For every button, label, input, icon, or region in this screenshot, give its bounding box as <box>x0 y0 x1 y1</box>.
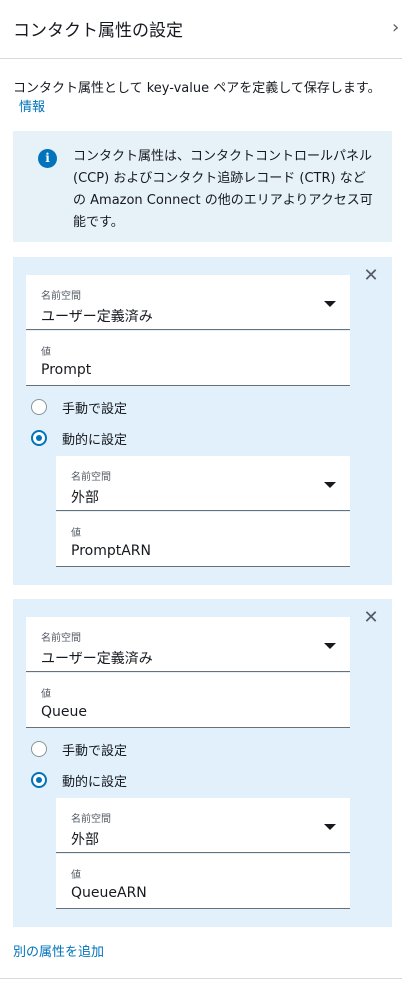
radio-manual-label: 手動で設定 <box>62 744 128 759</box>
dynamic-namespace-select[interactable]: 名前空間 外部 <box>56 798 350 853</box>
close-icon[interactable]: ✕ <box>362 267 380 285</box>
info-alert: i コンタクト属性は、コンタクトコントロールパネル (CCP) およびコンタクト… <box>13 131 392 242</box>
info-link[interactable]: 情報 <box>19 100 45 115</box>
value-label: 値 <box>41 347 51 358</box>
namespace-select[interactable]: 名前空間 ユーザー定義済み <box>26 275 350 330</box>
panel-title: コンタクト属性の設定 <box>13 21 183 41</box>
value-text: Prompt <box>41 362 92 378</box>
dynamic-value-text: PromptARN <box>71 543 152 559</box>
dynamic-value-input[interactable]: 値 PromptARN <box>56 512 350 567</box>
radio-dynamic-label: 動的に設定 <box>62 775 128 790</box>
description: コンタクト属性として key-value ペアを定義して保存します。情報 <box>13 79 393 117</box>
caret-down-icon <box>324 301 336 307</box>
panel-header: コンタクト属性の設定 › <box>0 0 402 59</box>
caret-down-icon <box>324 643 336 649</box>
radio-dynamic-label: 動的に設定 <box>62 433 128 448</box>
dynamic-namespace-select[interactable]: 名前空間 外部 <box>56 456 350 511</box>
value-text: Queue <box>41 704 87 720</box>
attribute-card: ✕ 名前空間 ユーザー定義済み 値 Queue 手動で設定 動的に設定 名前空間… <box>13 599 392 927</box>
radio-button[interactable] <box>31 741 47 757</box>
dynamic-namespace-label: 名前空間 <box>71 814 111 825</box>
dynamic-value-label: 値 <box>71 528 81 539</box>
description-text: コンタクト属性として key-value ペアを定義して保存します。 <box>13 81 381 96</box>
radio-button[interactable] <box>31 399 47 415</box>
chevron-right-icon[interactable]: › <box>392 16 402 40</box>
dynamic-value-text: QueueARN <box>71 885 147 901</box>
dynamic-value-input[interactable]: 値 QueueARN <box>56 854 350 909</box>
value-input[interactable]: 値 Queue <box>26 673 350 728</box>
radio-manual[interactable]: 手動で設定 <box>31 738 231 760</box>
dynamic-namespace-value: 外部 <box>71 832 99 848</box>
add-attribute-link[interactable]: 別の属性を追加 <box>13 941 104 960</box>
divider <box>0 978 402 979</box>
value-label: 値 <box>41 689 51 700</box>
info-text: コンタクト属性は、コンタクトコントロールパネル (CCP) およびコンタクト追跡… <box>73 149 373 230</box>
info-icon: i <box>38 149 57 168</box>
value-input[interactable]: 値 Prompt <box>26 331 350 386</box>
radio-button-checked[interactable] <box>31 772 47 788</box>
dynamic-namespace-label: 名前空間 <box>71 472 111 483</box>
namespace-value: ユーザー定義済み <box>41 651 153 667</box>
caret-down-icon <box>324 482 336 488</box>
radio-button-checked[interactable] <box>31 430 47 446</box>
caret-down-icon <box>324 824 336 830</box>
radio-manual-label: 手動で設定 <box>62 402 128 417</box>
close-icon[interactable]: ✕ <box>362 609 380 627</box>
namespace-select[interactable]: 名前空間 ユーザー定義済み <box>26 617 350 672</box>
dynamic-namespace-value: 外部 <box>71 490 99 506</box>
namespace-label: 名前空間 <box>41 291 81 302</box>
namespace-label: 名前空間 <box>41 633 81 644</box>
attribute-card: ✕ 名前空間 ユーザー定義済み 値 Prompt 手動で設定 動的に設定 名前空… <box>13 257 392 585</box>
dynamic-value-label: 値 <box>71 870 81 881</box>
namespace-value: ユーザー定義済み <box>41 309 153 325</box>
radio-dynamic[interactable]: 動的に設定 <box>31 769 231 791</box>
radio-dynamic[interactable]: 動的に設定 <box>31 427 231 449</box>
radio-manual[interactable]: 手動で設定 <box>31 396 231 418</box>
